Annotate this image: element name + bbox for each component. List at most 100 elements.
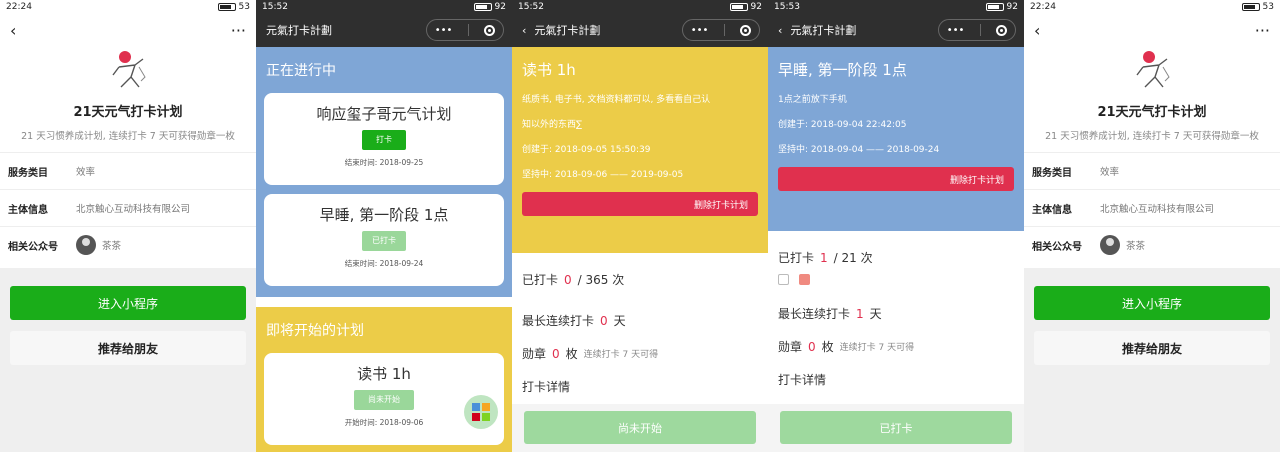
close-capsule-icon[interactable] — [484, 24, 496, 36]
not-started-button[interactable]: 尚未开始 — [524, 411, 756, 444]
stat-unit: 枚 — [821, 340, 834, 354]
delete-plan-button[interactable]: 删除打卡计划 — [522, 192, 758, 216]
plan-description: 1点之前放下手机 — [778, 95, 847, 105]
app-logo-icon — [112, 51, 146, 88]
row-key: 服务类目 — [1032, 167, 1072, 179]
row-value: 效率 — [76, 167, 96, 178]
more-icon[interactable]: ••• — [947, 25, 965, 36]
plan-detail-header: 早睡, 第一阶段 1点 1点之前放下手机 创建于: 2018-09-04 22:… — [768, 47, 1024, 231]
capsule-menu[interactable]: ••• — [682, 19, 760, 41]
back-icon[interactable]: ‹ — [10, 21, 16, 40]
info-row-entity[interactable]: 主体信息 北京触心互动科技有限公司 — [1024, 189, 1280, 226]
checked-in-button[interactable]: 已打卡 — [362, 231, 406, 251]
stat-unit: 天 — [613, 314, 626, 328]
capsule-divider — [979, 24, 981, 36]
not-started-button[interactable]: 尚未开始 — [354, 390, 414, 410]
action-area: 进入小程序 推荐给朋友 — [0, 268, 256, 452]
plan-card[interactable]: 响应玺子哥元气计划 打卡 结束时间: 2018-09-25 — [264, 93, 504, 185]
row-value: 北京触心互动科技有限公司 — [76, 204, 191, 215]
more-icon[interactable]: ··· — [1255, 21, 1270, 40]
capsule-menu[interactable]: ••• — [938, 19, 1016, 41]
close-capsule-icon[interactable] — [996, 24, 1008, 36]
plan-title: 早睡, 第一阶段 1点 — [778, 61, 907, 79]
miniprogram-header: 元氣打卡計劃 ••• — [256, 13, 512, 47]
capsule-divider — [723, 24, 725, 36]
battery-icon — [473, 2, 492, 11]
upcoming-section: 即将开始的计划 读书 1h 尚未开始 开始时间: 2018-09-06 — [256, 307, 512, 452]
enter-miniprogram-button[interactable]: 进入小程序 — [10, 286, 246, 320]
row-key: 主体信息 — [8, 204, 48, 216]
plan-title: 早睡, 第一阶段 1点 — [319, 206, 449, 224]
info-panel: ‹ ··· 21天元气打卡计划 21 天习惯养成计划, 连续打卡 7 天可获得勋… — [1024, 13, 1280, 281]
header-title: 元氣打卡計劃 — [534, 24, 601, 37]
status-time: 22:24 — [1030, 1, 1056, 12]
plan-end-time: 结束时间: 2018-09-25 — [344, 158, 424, 167]
recommend-button[interactable]: 推荐给朋友 — [10, 331, 246, 365]
plan-end-time: 结束时间: 2018-09-24 — [344, 259, 424, 268]
close-capsule-icon[interactable] — [740, 24, 752, 36]
back-icon[interactable]: ‹ — [778, 24, 782, 37]
header-title: 元氣打卡計劃 — [266, 24, 332, 37]
plan-detail-header: 读书 1h 纸质书, 电子书, 文档资料都可以, 多看看自己认 知以外的东西∑ … — [512, 47, 768, 253]
miniprogram-header: ‹ 元氣打卡計劃 ••• — [512, 13, 768, 47]
bottom-bar: 尚未开始 — [512, 404, 768, 452]
ongoing-section: 正在进行中 响应玺子哥元气计划 打卡 结束时间: 2018-09-25 早睡, … — [256, 47, 512, 297]
plan-description: 纸质书, 电子书, 文档资料都可以, 多看看自己认 — [522, 95, 711, 105]
app-logo-icon — [1136, 51, 1170, 88]
checkin-details-label[interactable]: 打卡详情 — [768, 371, 1024, 388]
plan-stats: 已打卡 0 / 365 次 最长连续打卡 0 天 勋章 0 枚 连续打卡 7 天… — [512, 253, 768, 395]
battery-level: 92 — [494, 1, 506, 12]
more-icon[interactable]: ··· — [231, 21, 246, 40]
stat-value: 1 — [856, 306, 864, 321]
back-icon[interactable]: ‹ — [1034, 21, 1040, 40]
more-icon[interactable]: ••• — [691, 25, 709, 36]
plan-duration: 坚持中: 2018-09-06 —— 2019-09-05 — [522, 170, 684, 180]
stat-value: 1 — [820, 250, 828, 265]
section-title-upcoming: 即将开始的计划 — [266, 323, 364, 339]
status-bar: 15:52 92 — [256, 0, 512, 13]
status-bar: 22:24 53 — [0, 0, 256, 13]
action-area: 进入小程序 推荐给朋友 — [1024, 268, 1280, 452]
medal-hint: 连续打卡 7 天可得 — [583, 350, 659, 360]
status-bar: 15:53 92 — [768, 0, 1024, 13]
info-row-official-account[interactable]: 相关公众号 茶茶 — [1024, 226, 1280, 263]
info-row-entity[interactable]: 主体信息 北京触心互动科技有限公司 — [0, 189, 256, 226]
stat-value: 0 — [600, 313, 608, 328]
info-panel: ‹ ··· 21天元气打卡计划 21 天习惯养成计划, 连续打卡 7 天可获得勋… — [0, 13, 256, 281]
battery-level: 53 — [1262, 1, 1274, 12]
capsule-menu[interactable]: ••• — [426, 19, 504, 41]
stat-unit: 天 — [869, 307, 882, 321]
battery-level: 53 — [238, 1, 250, 12]
battery-icon — [1241, 2, 1260, 11]
info-rows: 服务类目 效率 主体信息 北京触心互动科技有限公司 相关公众号 茶茶 — [0, 152, 256, 263]
status-icons: 53 — [1241, 1, 1274, 12]
battery-level: 92 — [1006, 1, 1018, 12]
medal-count: 勋章 0 枚 连续打卡 7 天可得 — [512, 345, 768, 362]
battery-icon — [729, 2, 748, 11]
plan-stats: 已打卡 1 / 21 次 最长连续打卡 1 天 勋章 0 枚 连续打卡 7 天可… — [768, 231, 1024, 388]
status-icons: 53 — [217, 1, 250, 12]
back-icon[interactable]: ‹ — [522, 24, 526, 37]
enter-miniprogram-button[interactable]: 进入小程序 — [1034, 286, 1270, 320]
info-row-category: 服务类目 效率 — [1024, 152, 1280, 189]
stat-label: 最长连续打卡 — [778, 307, 851, 321]
row-value: 北京触心互动科技有限公司 — [1100, 204, 1215, 215]
stat-label: 已打卡 — [522, 273, 559, 287]
plan-card[interactable]: 早睡, 第一阶段 1点 已打卡 结束时间: 2018-09-24 — [264, 194, 504, 286]
row-key: 相关公众号 — [8, 241, 58, 253]
row-value: 茶茶 — [102, 241, 122, 252]
checked-in-button[interactable]: 已打卡 — [780, 411, 1012, 444]
header-title: 元氣打卡計劃 — [790, 24, 857, 37]
status-time: 15:52 — [518, 1, 544, 12]
info-row-official-account[interactable]: 相关公众号 茶茶 — [0, 226, 256, 263]
plan-created: 创建于: 2018-09-04 22:42:05 — [778, 120, 907, 130]
checkin-button[interactable]: 打卡 — [362, 130, 406, 150]
delete-plan-button[interactable]: 删除打卡计划 — [778, 167, 1014, 191]
more-icon[interactable]: ••• — [435, 25, 453, 36]
earned-badge-icon — [799, 274, 810, 285]
recommend-button[interactable]: 推荐给朋友 — [1034, 331, 1270, 365]
checkin-details-label[interactable]: 打卡详情 — [512, 378, 768, 395]
section-divider — [256, 297, 512, 307]
bottom-bar: 已打卡 — [768, 404, 1024, 452]
add-plan-button[interactable] — [464, 395, 498, 429]
